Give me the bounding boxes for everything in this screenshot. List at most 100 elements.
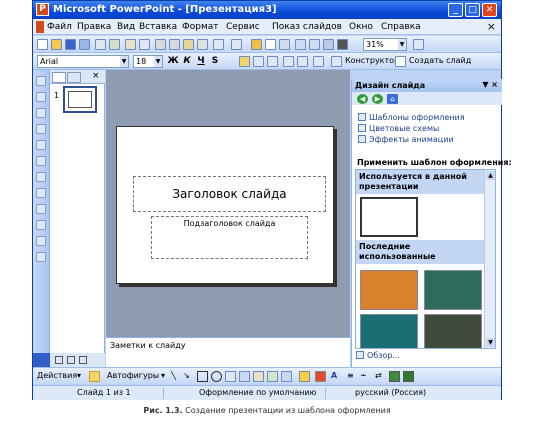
print-icon[interactable]: [95, 39, 106, 50]
increase-font-icon[interactable]: [313, 56, 324, 67]
align-center-icon[interactable]: [253, 56, 264, 67]
home-icon[interactable]: ⌂: [387, 94, 398, 104]
browse-link[interactable]: Обзор...: [356, 351, 400, 360]
arrow-style-icon[interactable]: ⇄: [375, 371, 382, 380]
line-style-icon[interactable]: ≡: [347, 371, 354, 380]
menu-help[interactable]: Справка: [381, 22, 421, 32]
bullets-icon[interactable]: [297, 56, 308, 67]
template-teal[interactable]: [360, 314, 418, 348]
link-color-schemes[interactable]: Цветовые схемы: [358, 124, 439, 133]
format-painter-icon[interactable]: [197, 39, 208, 50]
title-placeholder[interactable]: Заголовок слайда: [133, 176, 326, 212]
tool-icon[interactable]: [36, 220, 46, 230]
rectangle-icon[interactable]: [197, 371, 208, 382]
3d-style-icon[interactable]: [403, 371, 414, 382]
oval-icon[interactable]: [211, 371, 222, 382]
menu-format[interactable]: Формат: [182, 22, 219, 32]
close-button[interactable]: ✕: [482, 3, 497, 17]
picture-icon[interactable]: [281, 371, 292, 382]
minimize-button[interactable]: _: [448, 3, 463, 17]
menu-window[interactable]: Окно: [349, 22, 373, 32]
slide-canvas[interactable]: Заголовок слайда Подзаголовок слайда: [116, 126, 334, 284]
template-dark[interactable]: [424, 314, 482, 348]
menu-file[interactable]: Файл: [47, 22, 72, 32]
redo-icon[interactable]: [231, 39, 242, 50]
save-icon[interactable]: [65, 39, 76, 50]
tables-borders-icon[interactable]: [279, 39, 290, 50]
line-color-icon[interactable]: [315, 371, 326, 382]
designer-button[interactable]: Конструктор: [345, 56, 399, 65]
undo-icon[interactable]: [213, 39, 224, 50]
show-formatting-icon[interactable]: [309, 39, 320, 50]
template-green[interactable]: [424, 270, 482, 310]
tool-icon[interactable]: [36, 252, 46, 262]
diagram-icon[interactable]: [253, 371, 264, 382]
copy-icon[interactable]: [169, 39, 180, 50]
fill-color-icon[interactable]: [299, 371, 310, 382]
tool-icon[interactable]: [36, 92, 46, 102]
autoshapes-menu[interactable]: Автофигуры: [107, 371, 159, 380]
line-icon[interactable]: ╲: [171, 371, 176, 380]
notes-pane[interactable]: Заметки к слайду: [106, 337, 350, 367]
gallery-scrollbar[interactable]: ▲ ▼: [484, 170, 495, 348]
template-orange[interactable]: [360, 270, 418, 310]
tool-icon[interactable]: [36, 236, 46, 246]
permission-icon[interactable]: [79, 39, 90, 50]
bold-button[interactable]: Ж: [167, 55, 179, 68]
research-icon[interactable]: [139, 39, 150, 50]
clipart-icon[interactable]: [267, 371, 278, 382]
task-pane-close-icon[interactable]: ▼ ×: [482, 80, 498, 89]
maximize-button[interactable]: □: [465, 3, 480, 17]
tool-icon[interactable]: [36, 156, 46, 166]
insert-table-icon[interactable]: [265, 39, 276, 50]
scroll-down-icon[interactable]: ▼: [486, 338, 495, 347]
wordart-icon[interactable]: [239, 371, 250, 382]
help-icon[interactable]: [413, 39, 424, 50]
font-size-select[interactable]: 18 ▼: [133, 55, 163, 68]
back-icon[interactable]: ◀: [357, 94, 368, 104]
underline-button[interactable]: Ч: [195, 55, 207, 68]
tool-icon[interactable]: [36, 140, 46, 150]
align-right-icon[interactable]: [267, 56, 278, 67]
tab-slides[interactable]: [67, 72, 81, 83]
tool-icon[interactable]: [36, 204, 46, 214]
tool-icon[interactable]: [36, 76, 46, 86]
link-animation-schemes[interactable]: Эффекты анимации: [358, 135, 454, 144]
slide-editing-area[interactable]: Заголовок слайда Подзаголовок слайда: [106, 70, 350, 337]
subtitle-placeholder[interactable]: Подзаголовок слайда: [151, 216, 308, 259]
scroll-up-icon[interactable]: ▲: [486, 171, 495, 180]
arrow-icon[interactable]: ↘: [183, 371, 190, 380]
shadow-style-icon[interactable]: [389, 371, 400, 382]
slideshow-view-icon[interactable]: [79, 356, 87, 364]
menu-slideshow[interactable]: Показ слайдов: [272, 22, 342, 32]
close-icon[interactable]: ×: [92, 71, 100, 81]
menu-insert[interactable]: Вставка: [139, 22, 177, 32]
shadow-button[interactable]: S: [209, 55, 221, 68]
expand-all-icon[interactable]: [295, 39, 306, 50]
paste-icon[interactable]: [183, 39, 194, 50]
close-document-icon[interactable]: ×: [487, 20, 496, 33]
menu-tools[interactable]: Сервис: [226, 22, 260, 32]
toolbar-options-icon[interactable]: [33, 353, 50, 367]
zoom-select[interactable]: 31% ▼: [363, 38, 407, 51]
menu-view[interactable]: Вид: [117, 22, 135, 32]
dash-style-icon[interactable]: ┅: [361, 371, 366, 380]
menu-edit[interactable]: Правка: [77, 22, 111, 32]
actions-menu[interactable]: Действия: [37, 371, 77, 380]
spelling-icon[interactable]: [125, 39, 136, 50]
template-default[interactable]: [360, 197, 418, 237]
open-icon[interactable]: [51, 39, 62, 50]
insert-chart-icon[interactable]: [251, 39, 262, 50]
link-design-templates[interactable]: Шаблоны оформления: [358, 113, 465, 122]
select-pointer-icon[interactable]: [89, 371, 100, 382]
tool-icon[interactable]: [36, 188, 46, 198]
grid-icon[interactable]: [323, 39, 334, 50]
slide-thumbnail[interactable]: [63, 86, 97, 113]
cut-icon[interactable]: [155, 39, 166, 50]
tool-icon[interactable]: [36, 124, 46, 134]
textbox-icon[interactable]: [225, 371, 236, 382]
italic-button[interactable]: К: [181, 55, 193, 68]
color-grayscale-icon[interactable]: [337, 39, 348, 50]
align-left-icon[interactable]: [239, 56, 250, 67]
forward-icon[interactable]: ▶: [372, 94, 383, 104]
